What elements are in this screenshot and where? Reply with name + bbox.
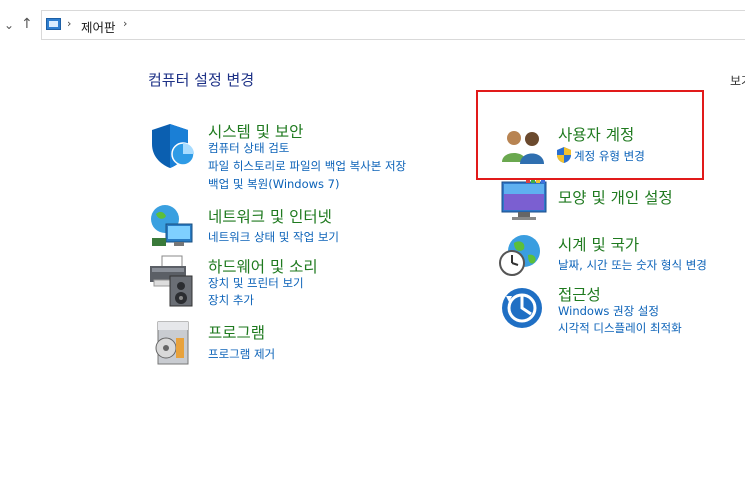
link-date-time-format[interactable]: 날짜, 시간 또는 숫자 형식 변경 bbox=[558, 257, 707, 273]
appearance-monitor-icon bbox=[501, 180, 547, 220]
control-panel-icon bbox=[46, 18, 61, 30]
network-globe-icon bbox=[151, 205, 193, 246]
shield-icon bbox=[152, 124, 195, 168]
page-title: 컴퓨터 설정 변경 bbox=[148, 71, 255, 89]
category-clock-region[interactable]: 시계 및 국가 bbox=[558, 233, 639, 255]
category-programs[interactable]: 프로그램 bbox=[208, 321, 265, 343]
link-backup-restore[interactable]: 백업 및 복원(Windows 7) bbox=[208, 176, 340, 192]
printer-speaker-icon bbox=[150, 255, 193, 307]
category-hardware-sound[interactable]: 하드웨어 및 소리 bbox=[208, 255, 318, 277]
chevron-down-icon[interactable]: ⌄ bbox=[4, 18, 14, 32]
link-optimize-display[interactable]: 시각적 디스플레이 최적화 bbox=[558, 320, 682, 336]
view-by-label: 보기 bbox=[730, 74, 745, 88]
category-appearance[interactable]: 모양 및 개인 설정 bbox=[558, 186, 673, 208]
link-windows-recommended[interactable]: Windows 권장 설정 bbox=[558, 303, 659, 319]
category-ease-of-access[interactable]: 접근성 bbox=[558, 283, 601, 305]
link-add-device[interactable]: 장치 추가 bbox=[208, 292, 254, 308]
link-network-status[interactable]: 네트워크 상태 및 작업 보기 bbox=[208, 229, 339, 245]
link-devices-printers[interactable]: 장치 및 프린터 보기 bbox=[208, 275, 304, 291]
breadcrumb-control-panel[interactable]: 제어판 bbox=[81, 17, 116, 36]
chevron-right-icon[interactable]: › bbox=[123, 17, 127, 30]
link-uninstall-program[interactable]: 프로그램 제거 bbox=[208, 346, 275, 362]
link-review-status[interactable]: 컴퓨터 상태 검토 bbox=[208, 140, 289, 156]
category-system-security[interactable]: 시스템 및 보안 bbox=[208, 120, 303, 142]
clock-globe-icon bbox=[499, 235, 540, 276]
highlight-box bbox=[476, 90, 704, 180]
programs-icon bbox=[155, 321, 189, 365]
address-bar-area: ⌄ ↑ › 제어판 › bbox=[0, 0, 745, 52]
link-file-history[interactable]: 파일 히스토리로 파일의 백업 복사본 저장 bbox=[208, 158, 406, 174]
category-network[interactable]: 네트워크 및 인터넷 bbox=[208, 205, 332, 227]
chevron-right-icon[interactable]: › bbox=[67, 17, 71, 30]
ease-of-access-icon bbox=[502, 288, 542, 328]
up-arrow-icon[interactable]: ↑ bbox=[21, 16, 33, 32]
address-box[interactable]: › 제어판 › bbox=[41, 10, 745, 40]
